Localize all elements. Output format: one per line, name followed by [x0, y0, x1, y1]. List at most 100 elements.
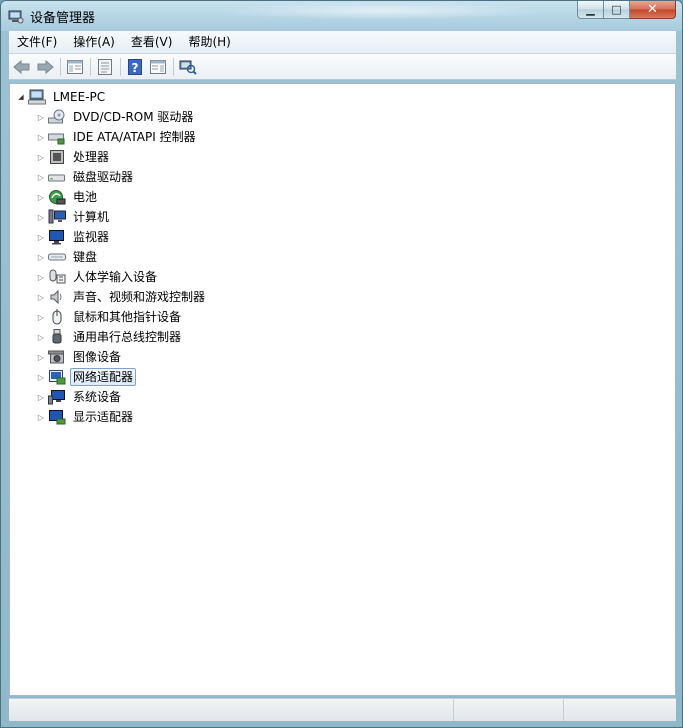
show-action-pane-icon[interactable]	[148, 57, 168, 77]
collapsed-arrow-icon[interactable]: ▷	[36, 347, 46, 367]
collapsed-arrow-icon[interactable]: ▷	[36, 247, 46, 267]
expanded-arrow-glyph: ◢	[18, 93, 24, 101]
menu-view[interactable]: 查看(V)	[123, 31, 181, 53]
camera-icon	[48, 349, 66, 365]
tree-node[interactable]: ▷ 电池	[36, 187, 100, 207]
collapsed-arrow-icon[interactable]: ▷	[36, 407, 46, 427]
collapsed-arrow-icon[interactable]: ▷	[36, 127, 46, 147]
svg-text:?: ?	[132, 61, 139, 75]
system-device-icon	[48, 389, 66, 405]
status-bar	[9, 698, 676, 721]
mouse-icon	[48, 309, 66, 325]
collapsed-arrow-icon[interactable]: ▷	[36, 307, 46, 327]
title-bar[interactable]: 设备管理器 ▁ □ ✕	[1, 1, 682, 31]
properties-icon[interactable]	[95, 57, 115, 77]
sound-icon	[48, 289, 66, 305]
tree-node[interactable]: ▷ 监视器	[36, 227, 112, 247]
tree-node[interactable]: ▷ 网络适配器	[36, 367, 137, 387]
collapsed-arrow-glyph: ▷	[37, 332, 45, 342]
tree-node-label: 电池	[73, 190, 98, 204]
tree-node[interactable]: ▷ 处理器	[36, 147, 112, 167]
collapsed-arrow-glyph: ▷	[37, 232, 45, 242]
tree-node-label: 磁盘驱动器	[73, 170, 134, 184]
maximize-button[interactable]: □	[604, 1, 630, 19]
dvd-drive-icon	[48, 109, 66, 125]
close-button[interactable]: ✕	[630, 1, 676, 19]
tree-node[interactable]: ▷ 键盘	[36, 247, 100, 267]
close-icon: ✕	[647, 2, 658, 17]
tree-node[interactable]: ▷ 显示适配器	[36, 407, 136, 427]
tree-node[interactable]: ▷ 声音、视频和游戏控制器	[36, 287, 208, 307]
scan-hardware-icon[interactable]	[178, 57, 198, 77]
menu-help[interactable]: 帮助(H)	[180, 31, 238, 53]
processor-icon	[48, 149, 66, 165]
computer-icon	[48, 209, 66, 225]
tree-node-label: DVD/CD-ROM 驱动器	[73, 110, 194, 124]
status-pane-3	[564, 699, 676, 721]
collapsed-arrow-icon[interactable]: ▷	[36, 227, 46, 247]
collapsed-arrow-icon[interactable]: ▷	[36, 287, 46, 307]
menu-file[interactable]: 文件(F)	[9, 31, 65, 53]
collapsed-arrow-icon[interactable]: ▷	[36, 167, 46, 187]
tree-node[interactable]: ▷ 通用串行总线控制器	[36, 327, 184, 347]
tree-node[interactable]: ▷ 图像设备	[36, 347, 124, 367]
tree-node[interactable]: ▷ DVD/CD-ROM 驱动器	[36, 107, 196, 127]
collapsed-arrow-icon[interactable]: ▷	[36, 367, 46, 387]
tree-node[interactable]: ▷ 人体学输入设备	[36, 267, 160, 287]
forward-icon[interactable]	[35, 57, 55, 77]
tree-node-label: 显示适配器	[73, 410, 134, 424]
expanded-arrow-icon[interactable]: ◢	[16, 87, 26, 107]
collapsed-arrow-icon[interactable]: ▷	[36, 107, 46, 127]
minimize-button[interactable]: ▁	[577, 1, 604, 19]
ide-controller-icon	[48, 129, 66, 145]
collapsed-arrow-glyph: ▷	[37, 392, 45, 402]
menu-action[interactable]: 操作(A)	[65, 31, 123, 53]
tree-node-label: 键盘	[73, 250, 98, 264]
collapsed-arrow-glyph: ▷	[37, 212, 45, 222]
toolbar-separator	[90, 57, 91, 76]
collapsed-arrow-glyph: ▷	[37, 152, 45, 162]
collapsed-arrow-glyph: ▷	[37, 192, 45, 202]
back-icon[interactable]	[12, 57, 32, 77]
collapsed-arrow-glyph: ▷	[37, 112, 45, 122]
monitor-icon	[48, 229, 66, 245]
collapsed-arrow-icon[interactable]: ▷	[36, 387, 46, 407]
status-pane-2	[454, 699, 564, 721]
collapsed-arrow-glyph: ▷	[37, 312, 45, 322]
collapsed-arrow-icon[interactable]: ▷	[36, 267, 46, 287]
battery-icon	[48, 189, 66, 205]
tree-node-label: 系统设备	[73, 390, 122, 404]
tree-node[interactable]: ▷ 磁盘驱动器	[36, 167, 136, 187]
collapsed-arrow-glyph: ▷	[37, 252, 45, 262]
tree-root-label: LMEE-PC	[53, 90, 106, 104]
maximize-icon: □	[611, 3, 622, 16]
status-pane-main	[9, 699, 454, 721]
tree-node-label: 处理器	[73, 150, 110, 164]
tree-root[interactable]: ◢ LMEE-PC	[16, 87, 108, 107]
tree-node-label: 网络适配器	[70, 368, 137, 386]
usb-icon	[48, 329, 66, 345]
collapsed-arrow-icon[interactable]: ▷	[36, 207, 46, 227]
window-title: 设备管理器	[30, 11, 96, 26]
collapsed-arrow-glyph: ▷	[37, 372, 45, 382]
disk-drive-icon	[48, 169, 66, 185]
tree-node-label: 图像设备	[73, 350, 122, 364]
tree-node-label: IDE ATA/ATAPI 控制器	[73, 130, 196, 144]
collapsed-arrow-icon[interactable]: ▷	[36, 147, 46, 167]
hid-icon	[48, 269, 66, 285]
tree-node-label: 声音、视频和游戏控制器	[73, 290, 206, 304]
tree-node-label: 鼠标和其他指针设备	[73, 310, 182, 324]
tree-node[interactable]: ▷ IDE ATA/ATAPI 控制器	[36, 127, 199, 147]
collapsed-arrow-glyph: ▷	[37, 172, 45, 182]
collapsed-arrow-glyph: ▷	[37, 132, 45, 142]
show-hide-console-tree-icon[interactable]	[65, 57, 85, 77]
collapsed-arrow-icon[interactable]: ▷	[36, 327, 46, 347]
tree-node[interactable]: ▷ 鼠标和其他指针设备	[36, 307, 184, 327]
collapsed-arrow-icon[interactable]: ▷	[36, 187, 46, 207]
help-icon[interactable]: ?	[125, 57, 145, 77]
collapsed-arrow-glyph: ▷	[37, 292, 45, 302]
tree-node[interactable]: ▷ 计算机	[36, 207, 112, 227]
tree-node[interactable]: ▷ 系统设备	[36, 387, 124, 407]
tree-node-label: 计算机	[73, 210, 110, 224]
device-tree[interactable]: ◢ LMEE-PC ▷ DVD/CD-ROM 驱动器 ▷ IDE ATA/ATAPI …	[9, 83, 676, 696]
